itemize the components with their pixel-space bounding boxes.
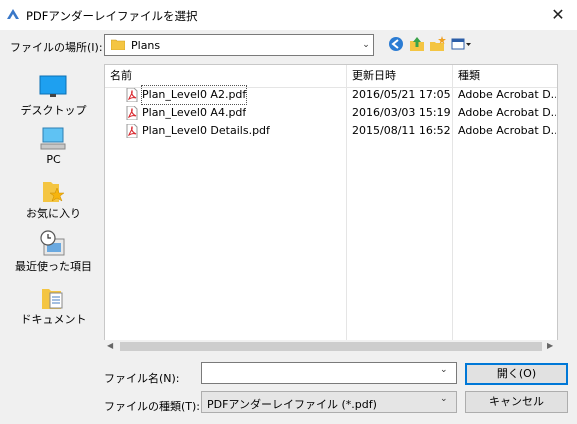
back-icon xyxy=(389,37,403,51)
filetype-value: PDFアンダーレイファイル (*.pdf) xyxy=(207,398,377,411)
new-folder-button[interactable] xyxy=(429,34,447,54)
recent-items-icon xyxy=(40,230,65,256)
desktop-icon xyxy=(39,75,67,97)
scroll-left-icon[interactable]: ◀ xyxy=(107,341,113,350)
file-name: Plan_Level0 Details.pdf xyxy=(142,124,270,137)
scrollbar-thumb[interactable] xyxy=(120,342,542,351)
file-list[interactable]: ^ 名前 更新日時 種類 サ Plan_Level0 A2.pdf 2016/0… xyxy=(104,64,558,353)
chevron-down-icon[interactable]: ⌄ xyxy=(359,36,373,54)
file-name: Plan_Level0 A2.pdf xyxy=(140,85,248,105)
location-value: Plans xyxy=(131,39,161,52)
app-icon xyxy=(7,9,19,19)
filetype-label: ファイルの種類(T): xyxy=(104,400,201,413)
chevron-down-icon[interactable]: ⌄ xyxy=(440,394,448,404)
open-button[interactable]: 開く(O) xyxy=(465,363,568,385)
pc-icon xyxy=(40,127,66,150)
list-header: ^ 名前 更新日時 種類 サ xyxy=(105,65,557,88)
table-row[interactable]: Plan_Level0 A4.pdf 2016/03/03 15:19 Adob… xyxy=(105,104,557,122)
pdf-file-icon xyxy=(126,106,138,120)
column-header-date[interactable]: 更新日時 xyxy=(347,65,454,87)
file-type: Adobe Acrobat D... xyxy=(458,106,556,119)
close-button[interactable]: ✕ xyxy=(548,5,568,25)
up-folder-icon xyxy=(410,37,424,51)
views-menu-button[interactable] xyxy=(450,34,472,54)
horizontal-scrollbar[interactable]: ◀ ▶ xyxy=(104,340,558,353)
file-type: Adobe Acrobat D... xyxy=(458,124,556,137)
filename-label: ファイル名(N): xyxy=(104,372,180,385)
column-header-type[interactable]: 種類 xyxy=(453,65,557,87)
file-date: 2016/03/03 15:19 xyxy=(352,106,451,119)
table-row[interactable]: Plan_Level0 Details.pdf 2015/08/11 16:52… xyxy=(105,122,557,140)
cancel-button[interactable]: キャンセル xyxy=(465,391,568,413)
folder-icon xyxy=(111,39,125,50)
column-header-name[interactable]: 名前 xyxy=(105,65,350,87)
pdf-file-icon xyxy=(126,88,138,102)
scroll-right-icon[interactable]: ▶ xyxy=(547,341,553,350)
place-label: デスクトップ xyxy=(20,104,87,117)
place-label: お気に入り xyxy=(26,207,81,220)
place-label: ドキュメント xyxy=(20,313,87,326)
views-menu-icon xyxy=(451,38,471,50)
title-bar: PDFアンダーレイファイルを選択 ✕ xyxy=(0,0,577,30)
documents-icon xyxy=(42,289,63,309)
filetype-select[interactable]: PDFアンダーレイファイル (*.pdf) ⌄ xyxy=(201,391,457,413)
file-name: Plan_Level0 A4.pdf xyxy=(142,106,247,119)
location-label: ファイルの場所(I): xyxy=(10,41,103,54)
table-row[interactable]: Plan_Level0 A2.pdf 2016/05/21 17:05 Adob… xyxy=(105,85,557,105)
file-type: Adobe Acrobat D... xyxy=(458,88,556,101)
up-folder-button[interactable] xyxy=(408,34,426,54)
pdf-file-icon xyxy=(126,124,138,138)
places-bar: デスクトップ PC お気に入り 最近使った項目 ドキュメント xyxy=(8,64,99,359)
place-label: PC xyxy=(46,153,61,166)
file-date: 2016/05/21 17:05 xyxy=(352,88,451,101)
new-folder-icon xyxy=(430,36,446,51)
place-label: 最近使った項目 xyxy=(15,260,92,273)
chevron-down-icon[interactable]: ⌄ xyxy=(440,365,448,375)
back-button[interactable] xyxy=(387,34,405,54)
favorites-icon xyxy=(43,182,65,202)
window-title: PDFアンダーレイファイルを選択 xyxy=(26,9,198,23)
file-date: 2015/08/11 16:52 xyxy=(352,124,451,137)
filename-input[interactable]: ⌄ xyxy=(201,362,457,384)
location-combo[interactable]: Plans ⌄ xyxy=(104,34,374,56)
